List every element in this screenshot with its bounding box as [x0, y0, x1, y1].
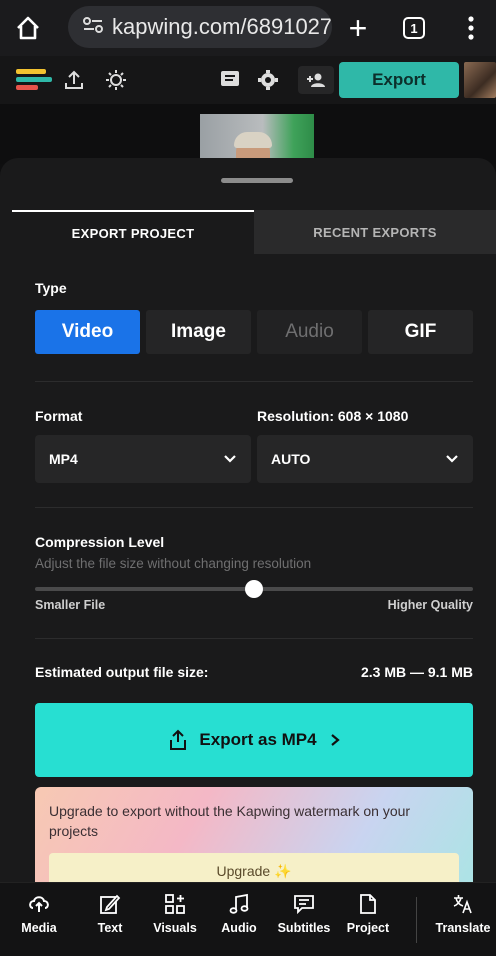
more-menu-icon[interactable] — [456, 8, 486, 48]
new-tab-icon[interactable]: + — [338, 8, 378, 48]
settings-gear-icon[interactable] — [254, 66, 282, 94]
nav-translate[interactable]: Translate — [434, 893, 492, 949]
comments-icon[interactable] — [216, 66, 244, 94]
type-video-button[interactable]: Video — [35, 310, 140, 354]
site-settings-icon[interactable] — [82, 16, 104, 39]
export-sheet: EXPORT PROJECT RECENT EXPORTS Type Video… — [0, 158, 496, 882]
home-icon[interactable] — [0, 0, 56, 56]
export-as-mp4-button[interactable]: Export as MP4 — [35, 703, 473, 777]
url-text: kapwing.com/6891027 — [112, 14, 332, 39]
export-as-mp4-label: Export as MP4 — [199, 730, 317, 749]
subtitles-icon — [293, 893, 315, 915]
nav-translate-label: Translate — [435, 921, 491, 935]
export-button[interactable]: Export — [339, 62, 459, 98]
nav-visuals-label: Visuals — [153, 921, 197, 935]
resolution-select-value: AUTO — [271, 451, 311, 467]
nav-text[interactable]: Text — [86, 893, 134, 949]
music-note-icon — [228, 893, 250, 915]
export-form: Type Video Image Audio GIF Format Resolu… — [0, 158, 496, 882]
type-label: Type — [35, 280, 67, 296]
divider — [35, 507, 473, 508]
visuals-icon — [164, 893, 186, 915]
format-select[interactable]: MP4 — [35, 435, 251, 483]
share-upload-icon — [170, 729, 187, 750]
resolution-label: Resolution: 608 × 1080 — [257, 408, 408, 424]
translate-icon — [452, 893, 474, 915]
text-edit-icon — [99, 893, 121, 915]
resolution-value: 608 × 1080 — [337, 408, 409, 424]
type-audio-button[interactable]: Audio — [257, 310, 362, 354]
nav-audio-label: Audio — [221, 921, 257, 935]
compression-title: Compression Level — [35, 534, 165, 550]
divider — [35, 638, 473, 639]
user-avatar[interactable] — [464, 62, 496, 98]
upgrade-button[interactable]: Upgrade ✨ — [49, 853, 459, 882]
resolution-select[interactable]: AUTO — [257, 435, 473, 483]
tab-count: 1 — [403, 17, 425, 39]
chevron-down-icon — [224, 455, 236, 463]
nav-text-label: Text — [97, 921, 123, 935]
slider-max-label: Higher Quality — [387, 598, 473, 612]
upgrade-text: Upgrade to export without the Kapwing wa… — [49, 803, 411, 839]
estimated-size-label: Estimated output file size: — [35, 664, 209, 680]
type-gif-button[interactable]: GIF — [368, 310, 473, 354]
upgrade-banner: Upgrade to export without the Kapwing wa… — [35, 787, 473, 882]
type-image-button[interactable]: Image — [146, 310, 251, 354]
media-icon — [28, 893, 50, 915]
format-label: Format — [35, 408, 83, 424]
add-collaborator-icon[interactable] — [298, 66, 334, 94]
nav-subtitles-label: Subtitles — [277, 921, 331, 935]
kapwing-logo-icon[interactable] — [16, 66, 52, 94]
nav-project-label: Project — [346, 921, 390, 935]
divider — [35, 381, 473, 382]
canvas-preview — [0, 104, 496, 166]
format-select-value: MP4 — [49, 451, 78, 467]
browser-toolbar: kapwing.com/6891027 + 1 — [0, 0, 496, 56]
magic-bulb-icon[interactable] — [102, 66, 130, 94]
tab-switcher-button[interactable]: 1 — [398, 12, 430, 44]
address-bar[interactable]: kapwing.com/6891027 — [68, 6, 332, 48]
estimated-size-value: 2.3 MB — 9.1 MB — [360, 664, 473, 680]
compression-slider-thumb[interactable] — [245, 580, 263, 598]
nav-project[interactable]: Project — [344, 893, 392, 949]
nav-subtitles[interactable]: Subtitles — [274, 893, 334, 949]
bottom-navigation: Media Text Visuals Audio Subtitles Proje… — [0, 882, 496, 956]
upload-icon[interactable] — [60, 66, 88, 94]
nav-media-label: Media — [21, 921, 57, 935]
chevron-down-icon — [446, 455, 458, 463]
slider-min-label: Smaller File — [35, 598, 106, 612]
nav-media[interactable]: Media — [14, 893, 64, 949]
nav-visuals[interactable]: Visuals — [150, 893, 200, 949]
editor-toolbar: Export — [0, 56, 496, 104]
resolution-label-text: Resolution: — [257, 408, 334, 424]
project-file-icon — [357, 893, 379, 915]
nav-audio[interactable]: Audio — [218, 893, 260, 949]
video-subject-hat — [234, 132, 272, 148]
chevron-right-icon — [330, 734, 340, 746]
nav-separator — [416, 897, 417, 943]
compression-subtitle: Adjust the file size without changing re… — [35, 556, 312, 571]
